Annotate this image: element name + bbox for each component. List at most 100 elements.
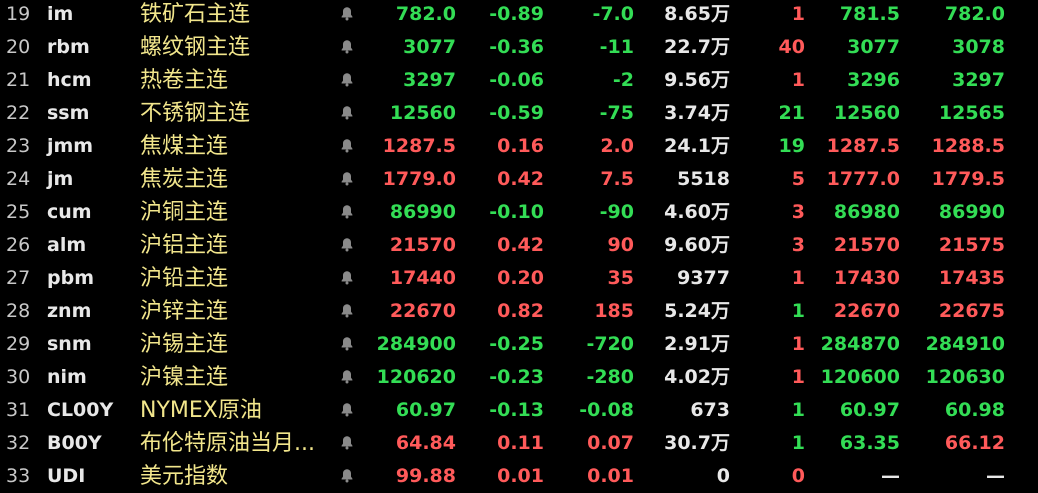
table-row[interactable]: 22 ssm 不锈钢主连 12560 -0.59 -75 3.74万 21 12… <box>0 97 1038 130</box>
ask-price: 60.98 <box>944 399 1005 421</box>
bell-icon[interactable] <box>338 361 356 394</box>
volume: 4.02万 <box>664 366 730 388</box>
bell-icon[interactable] <box>338 262 356 295</box>
current-volume: 40 <box>778 36 805 58</box>
bell-icon[interactable] <box>338 64 356 97</box>
table-row[interactable]: 20 rbm 螺纹钢主连 3077 -0.36 -11 22.7万 40 307… <box>0 31 1038 64</box>
table-row[interactable]: 24 jm 焦炭主连 1779.0 0.42 7.5 5518 5 1777.0… <box>0 163 1038 196</box>
row-index: 21 <box>6 69 31 91</box>
row-index: 27 <box>6 267 31 289</box>
bell-icon[interactable] <box>338 31 356 64</box>
contract-name: 铁矿石主连 <box>140 2 251 27</box>
table-row[interactable]: 31 CL00Y NYMEX原油 60.97 -0.13 -0.08 673 1… <box>0 394 1038 427</box>
table-row[interactable]: 23 jmm 焦煤主连 1287.5 0.16 2.0 24.1万 19 128… <box>0 130 1038 163</box>
ask-price: 120630 <box>925 366 1005 388</box>
last-price: 21570 <box>389 234 456 256</box>
contract-name: 不锈钢主连 <box>140 101 251 126</box>
table-row[interactable]: 25 cum 沪铜主连 86990 -0.10 -90 4.60万 3 8698… <box>0 196 1038 229</box>
contract-code: ssm <box>47 102 90 124</box>
change-value: -720 <box>586 333 634 355</box>
contract-code: im <box>47 3 74 25</box>
ask-price: 3297 <box>952 69 1005 91</box>
bid-price: 21570 <box>833 234 900 256</box>
volume: 5.24万 <box>664 300 730 322</box>
table-row[interactable]: 28 znm 沪锌主连 22670 0.82 185 5.24万 1 22670… <box>0 295 1038 328</box>
table-row[interactable]: 19 im 铁矿石主连 782.0 -0.89 -7.0 8.65万 1 781… <box>0 0 1038 31</box>
contract-name: 热卷主连 <box>140 68 229 93</box>
row-index: 26 <box>6 234 31 256</box>
contract-name: 沪铝主连 <box>140 233 229 258</box>
bell-icon[interactable] <box>338 97 356 130</box>
bell-icon[interactable] <box>338 328 356 361</box>
current-volume: 1 <box>791 267 805 289</box>
table-row[interactable]: 21 hcm 热卷主连 3297 -0.06 -2 9.56万 1 3296 3… <box>0 64 1038 97</box>
current-volume: 1 <box>791 399 805 421</box>
contract-code: cum <box>47 201 92 223</box>
change-value: 185 <box>594 300 634 322</box>
last-price: 1287.5 <box>382 135 456 157</box>
bell-icon[interactable] <box>338 130 356 163</box>
change-percent: -0.36 <box>489 36 544 58</box>
row-index: 30 <box>6 366 31 388</box>
current-volume: 1 <box>791 69 805 91</box>
ask-price: 86990 <box>938 201 1005 223</box>
bell-icon[interactable] <box>338 427 356 460</box>
current-volume: 1 <box>791 300 805 322</box>
table-row[interactable]: 33 UDI 美元指数 99.88 0.01 0.01 0 0 — — <box>0 460 1038 493</box>
bell-icon[interactable] <box>338 394 356 427</box>
current-volume: 1 <box>791 333 805 355</box>
current-volume: 1 <box>791 432 805 454</box>
bid-price: 781.5 <box>839 3 900 25</box>
bell-icon[interactable] <box>338 196 356 229</box>
row-index: 20 <box>6 36 31 58</box>
last-price: 1779.0 <box>382 168 456 190</box>
volume: 22.7万 <box>664 36 730 58</box>
change-value: 35 <box>607 267 634 289</box>
change-value: 90 <box>607 234 634 256</box>
table-row[interactable]: 29 snm 沪锡主连 284900 -0.25 -720 2.91万 1 28… <box>0 328 1038 361</box>
ask-price: 12565 <box>938 102 1005 124</box>
volume: 4.60万 <box>664 201 730 223</box>
contract-name: 沪铅主连 <box>140 266 229 291</box>
change-value: -90 <box>599 201 634 223</box>
bell-icon[interactable] <box>338 163 356 196</box>
ask-price: 17435 <box>938 267 1005 289</box>
bid-price: 86980 <box>833 201 900 223</box>
table-row[interactable]: 26 alm 沪铝主连 21570 0.42 90 9.60万 3 21570 … <box>0 229 1038 262</box>
change-percent: -0.25 <box>489 333 544 355</box>
table-row[interactable]: 32 B00Y 布伦特原油当月... 64.84 0.11 0.07 30.7万… <box>0 427 1038 460</box>
row-index: 29 <box>6 333 31 355</box>
last-price: 60.97 <box>395 399 456 421</box>
bid-price: 60.97 <box>839 399 900 421</box>
volume: 9.56万 <box>664 69 730 91</box>
bell-icon[interactable] <box>338 295 356 328</box>
bid-price: 22670 <box>833 300 900 322</box>
contract-code: znm <box>47 300 92 322</box>
change-value: 0.07 <box>587 432 634 454</box>
last-price: 64.84 <box>395 432 456 454</box>
change-percent: -0.89 <box>489 3 544 25</box>
change-percent: -0.10 <box>489 201 544 223</box>
row-index: 23 <box>6 135 31 157</box>
change-percent: 0.42 <box>497 234 544 256</box>
contract-code: UDI <box>47 465 86 487</box>
change-value: 0.01 <box>587 465 634 487</box>
contract-name: 螺纹钢主连 <box>140 35 251 60</box>
contract-code: jmm <box>47 135 94 157</box>
bell-icon[interactable] <box>338 229 356 262</box>
ask-price: 3078 <box>952 36 1005 58</box>
contract-code: snm <box>47 333 92 355</box>
bid-price: 63.35 <box>839 432 900 454</box>
last-price: 284900 <box>376 333 456 355</box>
bid-price: 17430 <box>833 267 900 289</box>
bell-icon[interactable] <box>338 460 356 493</box>
current-volume: 21 <box>778 102 805 124</box>
quote-table: 19 im 铁矿石主连 782.0 -0.89 -7.0 8.65万 1 781… <box>0 0 1038 491</box>
table-row[interactable]: 30 nim 沪镍主连 120620 -0.23 -280 4.02万 1 12… <box>0 361 1038 394</box>
table-row[interactable]: 27 pbm 沪铅主连 17440 0.20 35 9377 1 17430 1… <box>0 262 1038 295</box>
contract-name: 沪锌主连 <box>140 299 229 324</box>
bell-icon[interactable] <box>338 0 356 31</box>
row-index: 25 <box>6 201 31 223</box>
volume: 24.1万 <box>664 135 730 157</box>
volume: 30.7万 <box>664 432 730 454</box>
